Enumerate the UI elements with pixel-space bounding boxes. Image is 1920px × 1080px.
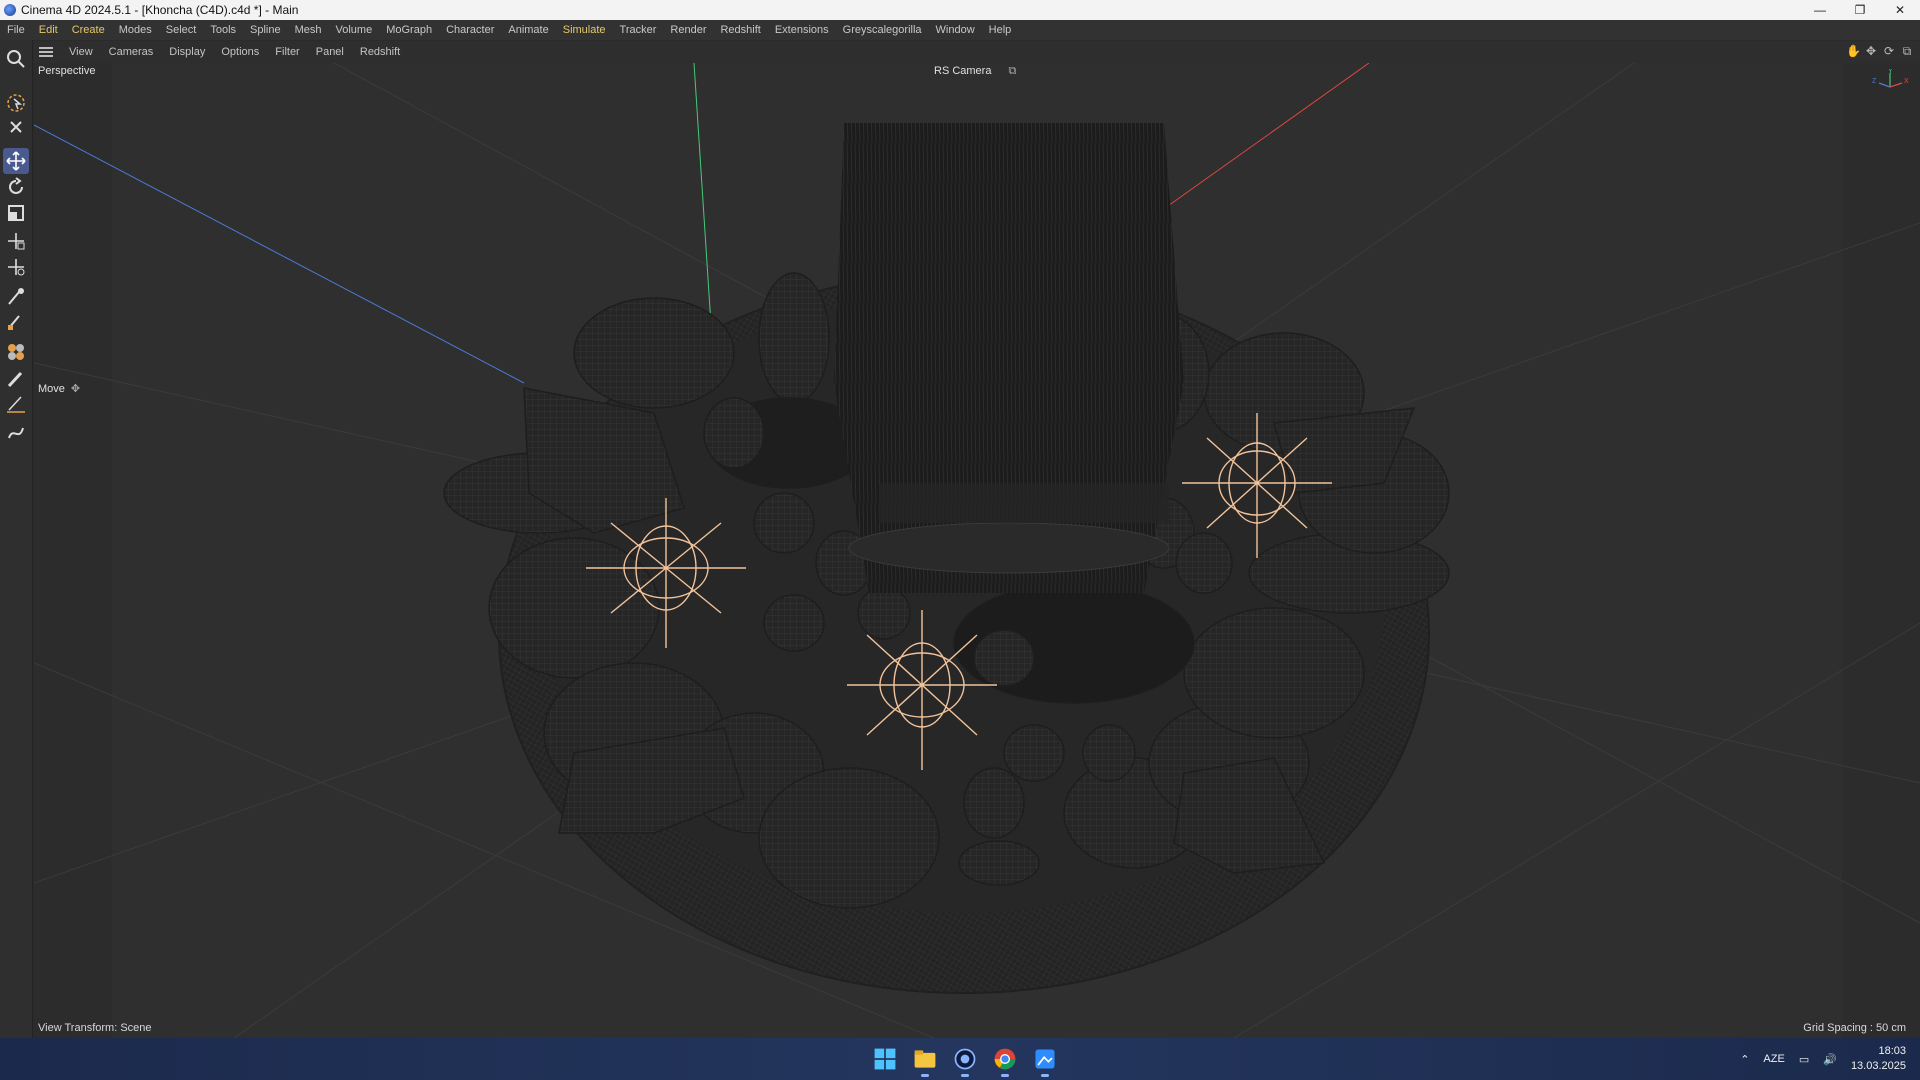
multi-transform-icon[interactable] xyxy=(3,254,29,280)
clock[interactable]: 18:03 13.03.2025 xyxy=(1851,1044,1906,1074)
menu-help[interactable]: Help xyxy=(982,24,1019,36)
viewport-menu-options[interactable]: Options xyxy=(213,46,267,58)
view-name-label[interactable]: Perspective xyxy=(38,65,95,77)
menu-greyscalegorilla[interactable]: Greyscalegorilla xyxy=(836,24,929,36)
sculpt-icon[interactable] xyxy=(3,308,29,334)
photos-app-icon[interactable] xyxy=(1030,1044,1060,1077)
active-tool-hud: Move ✥ xyxy=(38,382,81,396)
pan-hand-icon[interactable]: ✋ xyxy=(1846,44,1861,58)
windows-taskbar: ⌃ AZE ▭ 🔊 18:03 13.03.2025 xyxy=(0,1038,1920,1080)
viewport-menu-display[interactable]: Display xyxy=(161,46,213,58)
scene-canvas[interactable] xyxy=(34,63,1920,1038)
viewport-menu-panel[interactable]: Panel xyxy=(308,46,352,58)
active-camera-label[interactable]: RS Camera ⧉ xyxy=(934,65,1016,78)
menu-create[interactable]: Create xyxy=(65,24,112,36)
search-icon[interactable] xyxy=(3,46,29,72)
move-icon[interactable] xyxy=(3,148,29,174)
clock-date: 13.03.2025 xyxy=(1850,1060,1906,1072)
menu-extensions[interactable]: Extensions xyxy=(768,24,836,36)
viewport-safe-frame-left xyxy=(34,63,112,1038)
chrome-icon[interactable] xyxy=(990,1044,1020,1077)
input-language[interactable]: AZE xyxy=(1763,1053,1784,1065)
menu-animate[interactable]: Animate xyxy=(501,24,555,36)
rotate-icon[interactable] xyxy=(3,174,29,200)
axis-x-label: X xyxy=(1904,78,1909,85)
viewport-menu-view[interactable]: View xyxy=(61,46,101,58)
menu-edit[interactable]: Edit xyxy=(32,24,65,36)
system-tray: ⌃ AZE ▭ 🔊 18:03 13.03.2025 xyxy=(1740,1038,1906,1080)
title-bar: Cinema 4D 2024.5.1 - [Khoncha (C4D).c4d … xyxy=(0,0,1920,20)
menu-tracker[interactable]: Tracker xyxy=(613,24,664,36)
clock-time: 18:03 xyxy=(1878,1045,1906,1057)
grid-spacing-label: Grid Spacing : 50 cm xyxy=(1803,1022,1906,1034)
transform-icon[interactable] xyxy=(3,228,29,254)
menu-tools[interactable]: Tools xyxy=(203,24,243,36)
material-icon[interactable] xyxy=(3,338,29,364)
menu-select[interactable]: Select xyxy=(159,24,204,36)
paint-icon[interactable] xyxy=(3,366,29,392)
x-axis-line xyxy=(1143,63,1370,224)
menu-modes[interactable]: Modes xyxy=(112,24,159,36)
tray-overflow-icon[interactable]: ⌃ xyxy=(1740,1053,1749,1066)
maximize-button[interactable]: ❐ xyxy=(1840,0,1880,20)
tweak-icon[interactable] xyxy=(3,114,29,140)
move-cross-icon: ✥ xyxy=(70,383,81,395)
cinema4d-icon[interactable] xyxy=(950,1044,980,1077)
menu-simulate[interactable]: Simulate xyxy=(556,24,613,36)
active-tool-label: Move xyxy=(38,382,65,395)
viewport-menu-items: View Cameras Display Options Filter Panel Reds… xyxy=(61,46,408,58)
menu-window[interactable]: Window xyxy=(929,24,982,36)
brush-select-icon[interactable] xyxy=(3,284,29,310)
axis-orientation-gizmo: Y X Z xyxy=(1872,69,1909,88)
camera-link-icon[interactable]: ⧉ xyxy=(1009,65,1017,77)
minimize-button[interactable]: — xyxy=(1800,0,1840,20)
view-transform-label: View Transform: Scene xyxy=(38,1022,152,1034)
axis-z-label: Z xyxy=(1872,78,1877,85)
3d-viewport[interactable]: Perspective RS Camera ⧉ Move ✥ View Tran… xyxy=(34,63,1920,1038)
menu-volume[interactable]: Volume xyxy=(329,24,380,36)
menu-mograph[interactable]: MoGraph xyxy=(379,24,439,36)
spline-pen-icon[interactable] xyxy=(3,420,29,446)
cinema4d-app-icon xyxy=(4,4,16,16)
window-title: Cinema 4D 2024.5.1 - [Khoncha (C4D).c4d … xyxy=(21,3,299,17)
camera-name[interactable]: RS Camera xyxy=(934,65,991,77)
orbit-icon[interactable]: ⟳ xyxy=(1882,44,1896,58)
menu-mesh[interactable]: Mesh xyxy=(288,24,329,36)
viewport-menu-cameras[interactable]: Cameras xyxy=(101,46,162,58)
menu-file[interactable]: File xyxy=(0,24,32,36)
viewport-menu-filter[interactable]: Filter xyxy=(267,46,307,58)
scale-icon[interactable] xyxy=(3,200,29,226)
dolly-icon[interactable]: ✥ xyxy=(1864,44,1878,58)
viewport-menu-bar: View Cameras Display Options Filter Panel Reds… xyxy=(33,41,1920,63)
menu-spline[interactable]: Spline xyxy=(243,24,288,36)
viewport-menu-redshift[interactable]: Redshift xyxy=(352,46,408,58)
axis-y-label: Y xyxy=(1888,69,1893,75)
grass-bundle[interactable] xyxy=(834,123,1184,593)
hamburger-menu-icon[interactable] xyxy=(39,45,53,59)
menu-redshift[interactable]: Redshift xyxy=(713,24,767,36)
network-icon[interactable]: ▭ xyxy=(1799,1053,1809,1066)
file-explorer-icon[interactable] xyxy=(910,1044,940,1077)
volume-icon[interactable]: 🔊 xyxy=(1823,1053,1837,1066)
taskbar-apps xyxy=(870,1044,1060,1077)
maximize-viewport-icon[interactable]: ⧉ xyxy=(1900,44,1914,58)
knife-icon[interactable] xyxy=(3,390,29,416)
menu-render[interactable]: Render xyxy=(663,24,713,36)
live-selection-icon[interactable] xyxy=(3,90,29,116)
viewport-safe-frame-right xyxy=(1842,63,1920,1038)
viewport-nav-icons: ✋ ✥ ⟳ ⧉ xyxy=(1846,44,1914,58)
main-menu-bar: File Edit Create Modes Select Tools Spline Mesh… xyxy=(0,20,1920,40)
menu-character[interactable]: Character xyxy=(439,24,501,36)
windows-start-icon[interactable] xyxy=(870,1044,900,1074)
left-tool-palette xyxy=(0,40,33,1038)
close-button[interactable]: ✕ xyxy=(1880,0,1920,20)
